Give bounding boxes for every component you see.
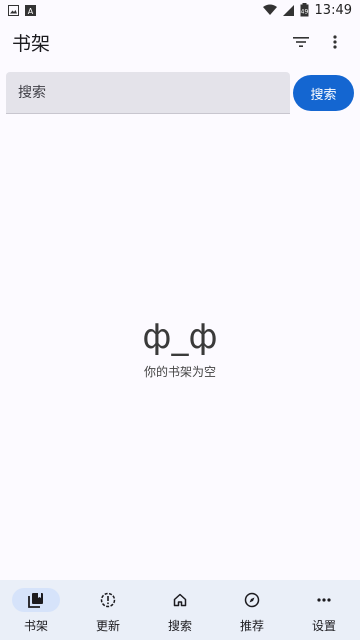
more-vert-icon bbox=[333, 35, 337, 49]
empty-message: 你的书架为空 bbox=[143, 365, 216, 379]
nav-item-bookshelf[interactable]: 书架 bbox=[0, 580, 72, 640]
more-horiz-icon bbox=[317, 598, 331, 602]
image-notification-icon bbox=[8, 4, 19, 16]
status-bar: A 49 13:49 bbox=[0, 0, 360, 20]
nav-item-search[interactable]: 搜索 bbox=[144, 580, 216, 640]
empty-state: ф_ф 你的书架为空 bbox=[0, 315, 360, 380]
nav-item-settings[interactable]: 设置 bbox=[288, 580, 360, 640]
home-icon bbox=[173, 593, 187, 607]
search-button[interactable]: 搜索 bbox=[293, 75, 354, 111]
nav-label: 设置 bbox=[311, 619, 336, 633]
status-time: 13:49 bbox=[314, 2, 352, 18]
bookshelf-icon bbox=[28, 593, 43, 608]
nav-label: 更新 bbox=[95, 619, 120, 633]
app-bar: 书架 bbox=[0, 20, 360, 64]
battery-icon: 49 bbox=[300, 3, 309, 17]
cellular-signal-icon bbox=[282, 4, 294, 16]
filter-icon bbox=[293, 37, 309, 47]
filter-button[interactable] bbox=[284, 25, 318, 59]
nav-label: 搜索 bbox=[167, 619, 192, 633]
nav-item-recommend[interactable]: 推荐 bbox=[216, 580, 288, 640]
compass-icon bbox=[244, 592, 260, 608]
page-title: 书架 bbox=[12, 32, 51, 55]
more-options-button[interactable] bbox=[318, 25, 352, 59]
bottom-nav: 书架 更新 搜索 推荐 设置 bbox=[0, 580, 360, 640]
wifi-icon bbox=[262, 4, 277, 16]
text-notification-icon: A bbox=[25, 4, 36, 16]
search-row: 搜索 bbox=[6, 72, 354, 114]
alert-circle-icon bbox=[100, 592, 116, 608]
nav-label: 书架 bbox=[23, 619, 48, 633]
nav-label: 推荐 bbox=[239, 619, 264, 633]
svg-text:49: 49 bbox=[300, 9, 308, 16]
svg-text:A: A bbox=[28, 7, 34, 16]
empty-face: ф_ф bbox=[142, 317, 218, 357]
nav-item-updates[interactable]: 更新 bbox=[72, 580, 144, 640]
search-input[interactable] bbox=[6, 72, 290, 114]
